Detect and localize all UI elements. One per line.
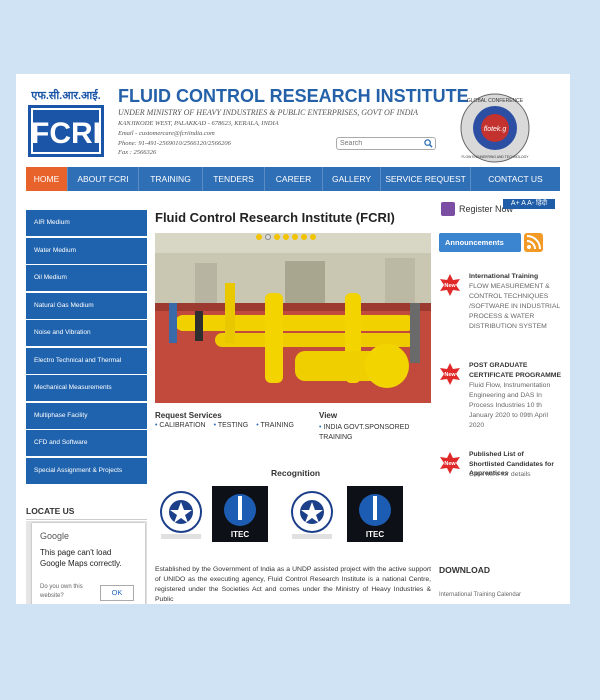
link-govt-sponsored-training[interactable]: INDIA GOVT.SPONSORED TRAINING bbox=[319, 423, 419, 443]
slide-dot-active[interactable] bbox=[265, 234, 271, 240]
map-embed[interactable]: Google This page can't load Google Maps … bbox=[26, 521, 147, 604]
logo-text: FCRI bbox=[31, 117, 101, 150]
sidebar-item-natural-gas-medium[interactable]: Natural Gas Medium bbox=[26, 292, 147, 319]
nav-contact-us[interactable]: CONTACT US bbox=[471, 167, 560, 191]
sidebar-item-cfd-software[interactable]: CFD and Software bbox=[26, 430, 147, 456]
news-body: Fluid Flow, Instrumentation Engineering … bbox=[469, 382, 551, 429]
fcri-logo[interactable]: एफ.सी.आर.आई. FCRI bbox=[26, 88, 106, 158]
lab-pipes-photo bbox=[155, 233, 431, 403]
sidebar-item-water-medium[interactable]: Water Medium bbox=[26, 237, 147, 264]
map-error-message: This page can't load Google Maps correct… bbox=[40, 548, 122, 568]
slide-dot[interactable] bbox=[283, 234, 289, 240]
map-owner-question: Do you own this website? bbox=[40, 584, 83, 599]
new-badge-icon: New bbox=[440, 363, 460, 385]
itec-logo: ITEC bbox=[212, 486, 268, 542]
itec-label-2: ITEC bbox=[366, 530, 384, 539]
nav-about-fcri[interactable]: ABOUT FCRI bbox=[68, 167, 139, 191]
recognition-heading: Recognition bbox=[271, 468, 321, 478]
nav-service-request[interactable]: SERVICE REQUEST bbox=[381, 167, 471, 191]
search-input[interactable] bbox=[337, 138, 423, 149]
itec-logo-2: ITEC bbox=[347, 486, 403, 542]
sidebar-item-mechanical-measurements[interactable]: Mechanical Measurements bbox=[26, 375, 147, 401]
announcements-button[interactable]: Announcements bbox=[439, 233, 521, 252]
hero-slideshow-image[interactable] bbox=[155, 233, 431, 403]
badge-center-text: flotek.g bbox=[484, 126, 507, 133]
link-calibration[interactable]: CALIBRATION bbox=[155, 422, 205, 429]
nabl-accreditation-logo bbox=[153, 486, 209, 542]
new-badge-icon: New bbox=[440, 274, 460, 296]
request-services-list: CALIBRATION TESTING TRAINING bbox=[155, 422, 294, 429]
site-title: FLUID CONTROL RESEARCH INSTITUTE bbox=[118, 86, 469, 106]
slideshow-dots bbox=[256, 234, 316, 240]
fcri-logo-mark: FCRI bbox=[28, 105, 104, 157]
nabl-accreditation-logo-2 bbox=[284, 486, 340, 542]
main-nav: HOME ABOUT FCRI TRAINING TENDERS CAREER … bbox=[26, 167, 560, 191]
new-badge-icon: New bbox=[440, 452, 460, 474]
divider bbox=[26, 519, 147, 520]
nav-career[interactable]: CAREER bbox=[265, 167, 323, 191]
new-badge-text: New bbox=[444, 461, 456, 467]
site-subtitle: UNDER MINISTRY OF HEAVY INDUSTRIES & PUB… bbox=[118, 108, 418, 117]
news-body: FLOW MEASUREMENT & CONTROL TECHNIQUES /S… bbox=[469, 283, 560, 330]
slide-dot[interactable] bbox=[292, 234, 298, 240]
itec-label: ITEC bbox=[231, 530, 249, 539]
sidebar-item-special-assignment[interactable]: Special Assignment & Projects bbox=[26, 457, 147, 484]
request-services-heading: Request Services bbox=[155, 411, 222, 420]
nav-home[interactable]: HOME bbox=[26, 167, 68, 191]
site-phone: Phone: 91-491-2569010/2566120/2566206 bbox=[118, 140, 231, 147]
sidebar-item-air-medium[interactable]: AIR Medium bbox=[26, 210, 147, 236]
nav-training[interactable]: TRAINING bbox=[139, 167, 203, 191]
site-email: Email - customercare@fcriindia.com bbox=[118, 130, 215, 137]
download-link[interactable]: International Training Calendar bbox=[439, 592, 521, 598]
user-icon bbox=[441, 202, 455, 216]
font-size-controls[interactable]: A+ A A- हिंदी bbox=[503, 199, 555, 209]
map-ok-button[interactable]: OK bbox=[100, 585, 134, 601]
sidebar-item-oil-medium[interactable]: Oil Medium bbox=[26, 265, 147, 291]
site-fax: Fax : 2566326 bbox=[118, 149, 157, 156]
slide-dot[interactable] bbox=[256, 234, 262, 240]
logo-hindi-text: एफ.सी.आर.आई. bbox=[31, 90, 101, 102]
news-body: Click here for details bbox=[469, 471, 531, 478]
search-icon[interactable] bbox=[424, 139, 433, 150]
site-address: KANJIKODE WEST, PALAKKAD - 678623, KERAL… bbox=[118, 120, 279, 127]
map-error-card: Google This page can't load Google Maps … bbox=[32, 523, 145, 604]
locate-us-heading: LOCATE US bbox=[26, 506, 75, 516]
news-title: POST GRADUATE CERTIFICATE PROGRAMME bbox=[469, 362, 562, 379]
rss-icon[interactable] bbox=[524, 233, 543, 252]
slide-dot[interactable] bbox=[301, 234, 307, 240]
download-heading: DOWNLOAD bbox=[439, 565, 490, 575]
link-training[interactable]: TRAINING bbox=[256, 422, 293, 429]
sidebar-item-noise-vibration[interactable]: Noise and Vibration bbox=[26, 320, 147, 346]
slide-dot[interactable] bbox=[274, 234, 280, 240]
sidebar-item-multiphase-facility[interactable]: Multiphase Facility bbox=[26, 402, 147, 429]
intro-paragraph: Established by the Government of India a… bbox=[155, 566, 431, 603]
new-badge-text: New bbox=[444, 283, 456, 289]
global-conference-badge[interactable]: flotek.g GLOBAL CONFERENCE FLOW ENGINEER… bbox=[459, 92, 531, 164]
search-box[interactable] bbox=[336, 137, 436, 150]
google-logo: Google bbox=[40, 531, 70, 541]
web-page: एफ.सी.आर.आई. FCRI FLUID CONTROL RESEARCH… bbox=[16, 74, 570, 604]
page-title: Fluid Control Research Institute (FCRI) bbox=[155, 210, 395, 225]
sidebar-menu: AIR Medium Water Medium Oil Medium Natur… bbox=[26, 210, 147, 485]
badge-top-text: GLOBAL CONFERENCE bbox=[467, 98, 524, 104]
view-heading: View bbox=[319, 411, 338, 420]
slide-dot[interactable] bbox=[310, 234, 316, 240]
badge-bottom-text: FLOW ENGINEERING AND TECHNOLOGY bbox=[461, 155, 529, 159]
news-title: International Training bbox=[469, 273, 539, 280]
sidebar-item-electro-technical[interactable]: Electro Technical and Thermal bbox=[26, 347, 147, 374]
nav-gallery[interactable]: GALLERY bbox=[323, 167, 381, 191]
nav-tenders[interactable]: TENDERS bbox=[203, 167, 265, 191]
link-testing[interactable]: TESTING bbox=[214, 422, 248, 429]
new-badge-text: New bbox=[444, 372, 456, 378]
